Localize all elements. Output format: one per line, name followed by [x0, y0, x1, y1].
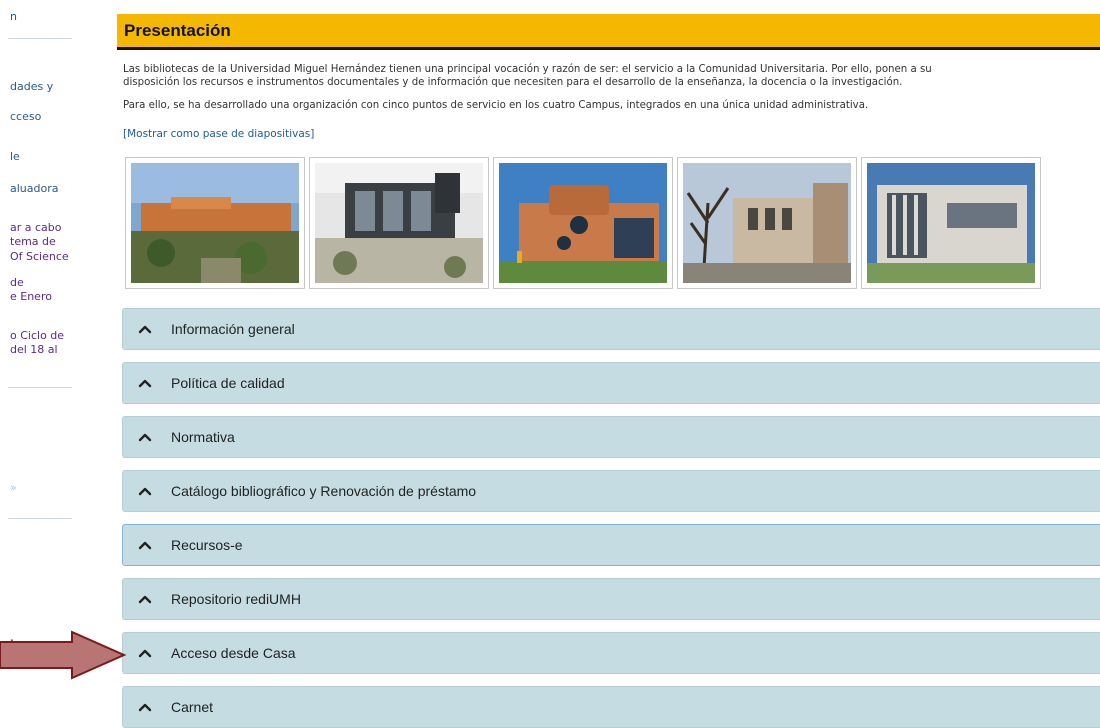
left-sidebar: n dades y cceso le aluadora ar a cabo tema de O…: [0, 0, 90, 728]
chevron-up-icon: [138, 487, 152, 496]
accordion-item[interactable]: Carnet: [122, 686, 1100, 728]
accordion-item[interactable]: Repositorio rediUMH: [122, 578, 1100, 620]
intro-text: Las bibliotecas de la Universidad Miguel…: [123, 63, 1100, 112]
sidebar-link[interactable]: »: [10, 481, 17, 495]
campus-building-photo-5[interactable]: [861, 157, 1041, 289]
annotation-arrow-icon: [0, 630, 127, 680]
sidebar-link[interactable]: dades y: [10, 80, 53, 94]
chevron-up-icon: [138, 649, 152, 658]
thumbnail-image: [131, 163, 299, 283]
chevron-up-icon: [138, 433, 152, 442]
sidebar-link[interactable]: de: [10, 276, 24, 290]
sidebar-link[interactable]: Of Science: [10, 250, 69, 264]
sidebar-link[interactable]: le: [10, 150, 20, 164]
sidebar-link[interactable]: n: [10, 10, 17, 24]
campus-building-photo-2[interactable]: [309, 157, 489, 289]
sidebar-link[interactable]: tema de: [10, 235, 56, 249]
main-content: Presentación Las bibliotecas de la Unive…: [117, 14, 1100, 728]
campus-building-photo-4[interactable]: [677, 157, 857, 289]
section-title: Presentación: [124, 21, 231, 40]
thumbnail-image: [499, 163, 667, 283]
sidebar-divider: [8, 518, 72, 519]
sidebar-link[interactable]: ar a cabo: [10, 221, 62, 235]
sidebar-link[interactable]: e Enero: [10, 290, 52, 304]
slideshow-link[interactable]: [Mostrar como pase de diapositivas]: [123, 128, 314, 140]
accordion-label: Repositorio rediUMH: [171, 591, 301, 607]
accordion-label: Acceso desde Casa: [171, 645, 296, 661]
thumbnail-image: [315, 163, 483, 283]
chevron-up-icon: [138, 703, 152, 712]
thumbnail-image: [867, 163, 1035, 283]
accordion-label: Carnet: [171, 699, 214, 715]
accordion-item[interactable]: Recursos-e: [122, 524, 1100, 566]
accordion-label: Política de calidad: [171, 375, 285, 391]
section-header: Presentación: [117, 14, 1100, 50]
sidebar-link[interactable]: del 18 al: [10, 343, 58, 357]
accordion-label: Catálogo bibliográfico y Renovación de p…: [171, 483, 477, 499]
sidebar-link[interactable]: o Ciclo de: [10, 329, 64, 343]
accordion-label: Recursos-e: [171, 537, 243, 553]
sidebar-divider: [8, 38, 72, 39]
campus-building-photo-1[interactable]: [125, 157, 305, 289]
intro-line-2: disposición los recursos e instrumentos …: [123, 77, 903, 88]
chevron-up-icon: [138, 595, 152, 604]
chevron-up-icon: [138, 379, 152, 388]
accordion-item[interactable]: Información general: [122, 308, 1100, 350]
chevron-up-icon: [138, 541, 152, 550]
accordion-item[interactable]: Política de calidad: [122, 362, 1100, 404]
accordion-item[interactable]: Acceso desde Casa: [122, 632, 1100, 674]
accordion-item[interactable]: Catálogo bibliográfico y Renovación de p…: [122, 470, 1100, 512]
accordion-label: Información general: [171, 321, 295, 337]
sidebar-link[interactable]: cceso: [10, 110, 41, 124]
intro-paragraph-2: Para ello, se ha desarrollado una organi…: [123, 100, 869, 111]
intro-line-1: Las bibliotecas de la Universidad Miguel…: [123, 64, 932, 75]
accordion-label: Normativa: [171, 429, 235, 445]
sidebar-divider: [8, 387, 72, 388]
chevron-up-icon: [138, 325, 152, 334]
thumbnail-image: [683, 163, 851, 283]
accordion-item[interactable]: Normativa: [122, 416, 1100, 458]
campus-building-photo-3[interactable]: [493, 157, 673, 289]
sidebar-link[interactable]: aluadora: [10, 182, 59, 196]
